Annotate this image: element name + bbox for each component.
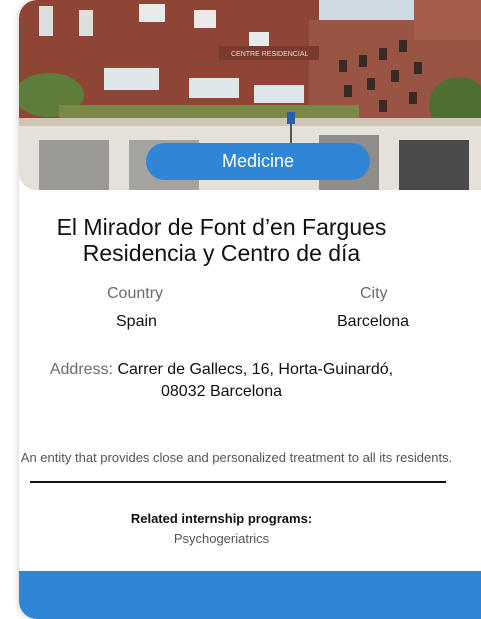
page-margin xyxy=(0,0,19,619)
title-line-1: El Mirador de Font d’en Fargues xyxy=(56,214,387,240)
related-program-item[interactable]: Psychogeriatrics xyxy=(0,531,462,546)
institution-description: An entity that provides close and person… xyxy=(20,450,453,465)
country-label: Country xyxy=(107,285,164,302)
title-line-2: Residencia y Centro de día xyxy=(82,240,361,266)
category-badge: Medicine xyxy=(146,143,370,180)
address-label: Address: xyxy=(49,361,113,378)
section-divider xyxy=(30,481,446,483)
address-line-1: Carrer de Gallecs, 16, Horta-Guinardó, xyxy=(117,361,394,378)
category-badge-label: Medicine xyxy=(221,151,295,171)
photo-sign-text: CENTRE RESIDENCIAL xyxy=(231,51,309,58)
card-footer-bar[interactable] xyxy=(19,571,481,619)
address-line-2: 08032 Barcelona xyxy=(161,383,282,400)
institution-title: El Mirador de Font d’en Fargues Residenc… xyxy=(0,214,462,266)
related-programs-title: Related internship programs: xyxy=(130,511,313,526)
city-value: Barcelona xyxy=(337,313,410,330)
institution-card[interactable]: CENTRE RESIDENCIAL Medicine xyxy=(19,0,481,619)
address-block: Address: Carrer de Gallecs, 16, Horta-Gu… xyxy=(0,359,462,403)
city-label: City xyxy=(360,285,388,302)
country-value: Spain xyxy=(116,313,157,330)
